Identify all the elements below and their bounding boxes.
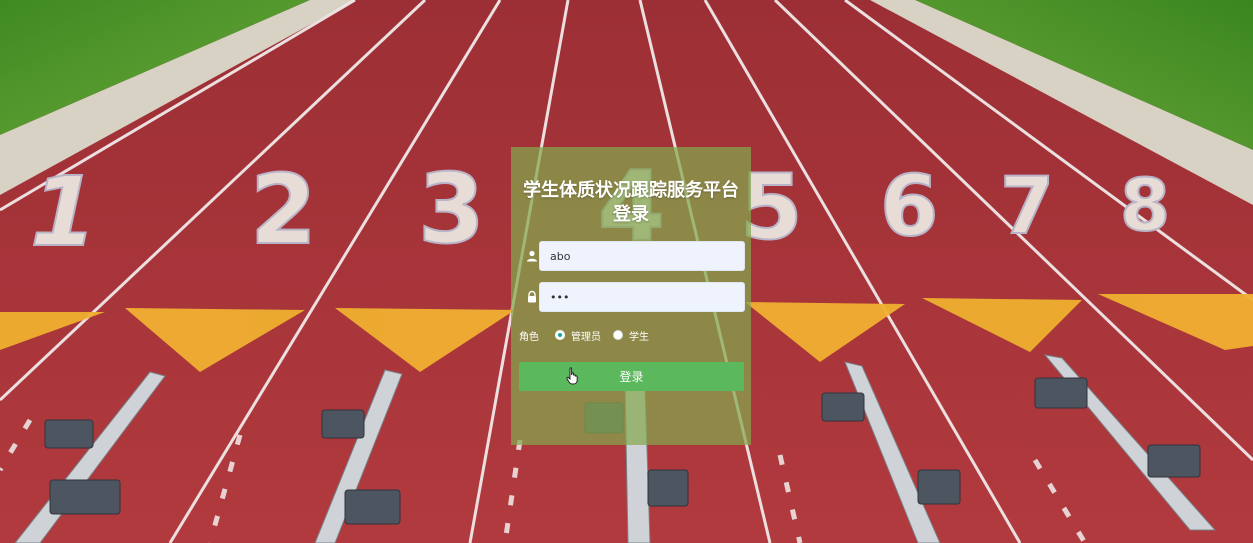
svg-text:8: 8 <box>1120 163 1170 247</box>
login-title: 学生体质状况跟踪服务平台登录 <box>523 180 739 225</box>
username-row <box>521 241 747 271</box>
role-option-admin[interactable]: 管理员 <box>555 328 601 343</box>
password-input[interactable] <box>539 282 745 312</box>
lock-icon <box>528 290 536 303</box>
username-input[interactable] <box>539 241 745 271</box>
role-option-student[interactable]: 学生 <box>613 328 649 343</box>
svg-text:7: 7 <box>1000 162 1054 252</box>
radio-checked-icon[interactable] <box>555 330 565 340</box>
password-row <box>521 282 747 312</box>
role-option-admin-label: 管理员 <box>571 331 601 343</box>
role-option-student-label: 学生 <box>629 331 649 343</box>
login-panel: 学生体质状况跟踪服务平台登录 角色 管理员 学生 登录 <box>511 147 751 445</box>
svg-text:3: 3 <box>418 153 485 265</box>
svg-text:6: 6 <box>880 157 938 255</box>
role-label: 角色 <box>519 331 539 343</box>
role-selector: 角色 管理员 学生 <box>519 327 745 343</box>
radio-unchecked-icon[interactable] <box>613 330 623 340</box>
login-button[interactable]: 登录 <box>519 362 744 391</box>
user-icon <box>527 250 537 262</box>
svg-text:2: 2 <box>250 154 317 266</box>
